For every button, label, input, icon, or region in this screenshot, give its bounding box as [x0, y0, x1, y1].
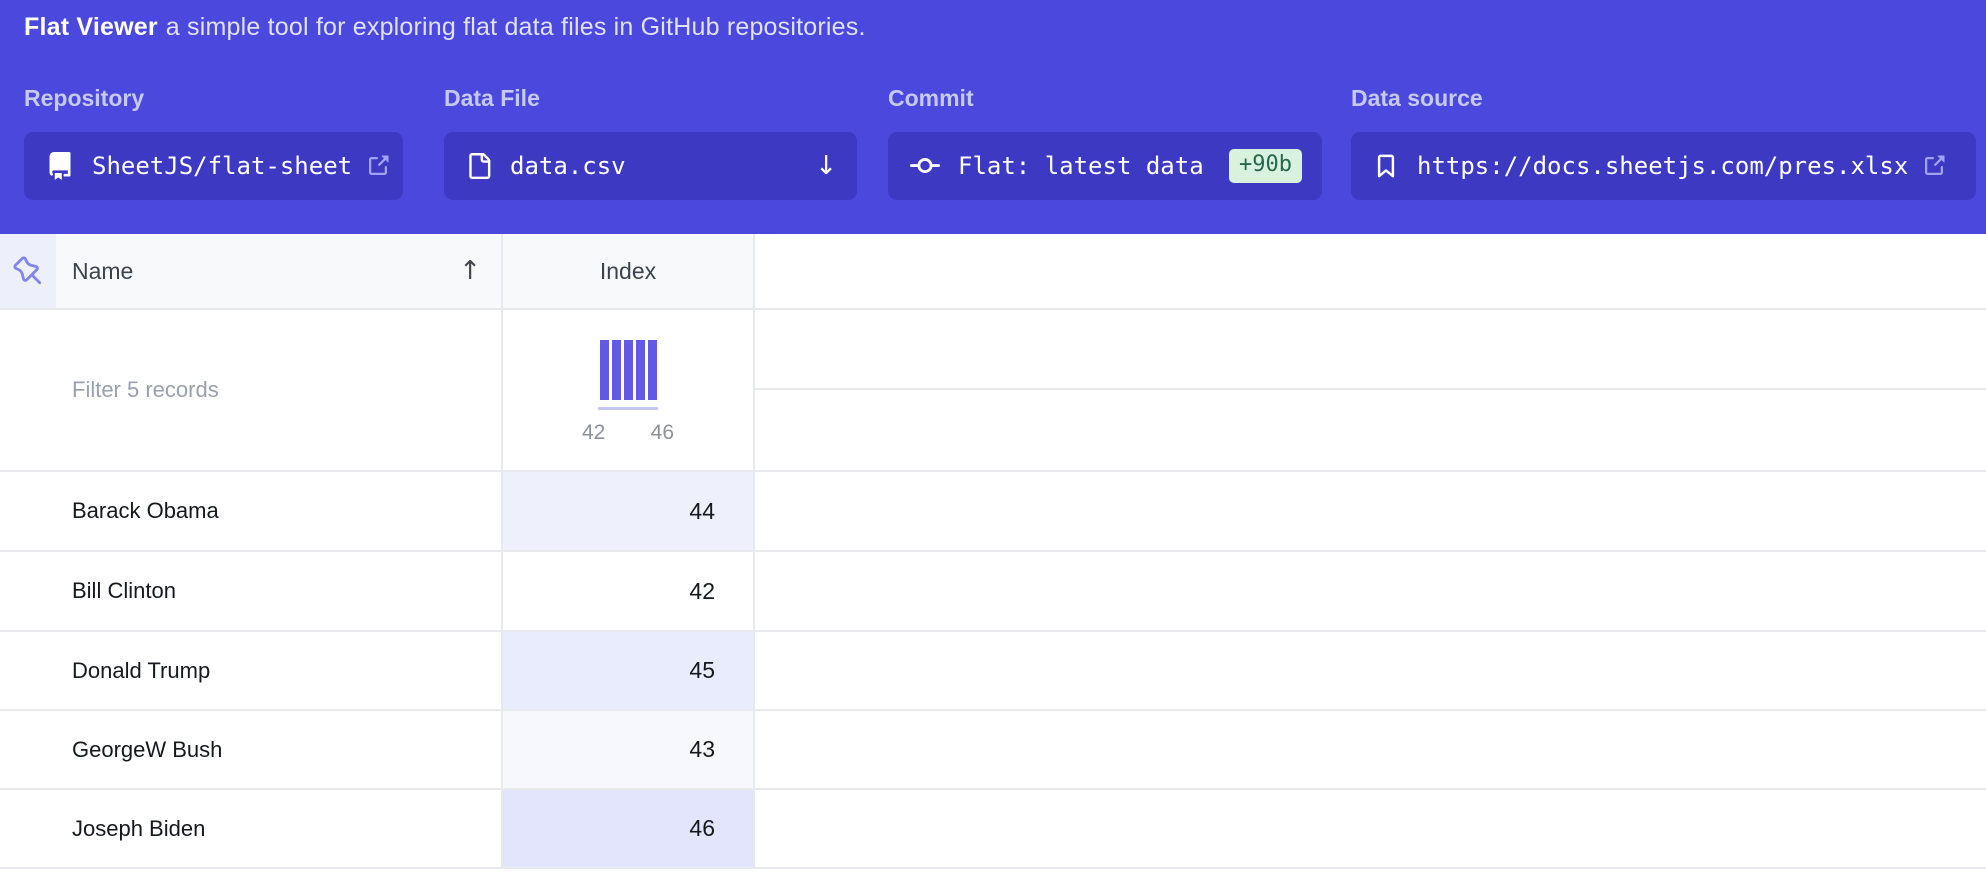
- table-row: Joseph Biden 46: [0, 790, 1986, 869]
- flat-viewer-app: Flat Viewer a simple tool for exploring f…: [0, 0, 1986, 888]
- external-link-icon: [366, 154, 390, 178]
- index-cell: 45: [503, 632, 755, 709]
- control-commit: Commit Flat: latest data +90b: [888, 84, 1322, 200]
- histogram-bar[interactable]: [624, 340, 633, 400]
- histogram-axis-labels: 42 46: [582, 421, 674, 445]
- index-cell: 46: [503, 790, 755, 867]
- repository-label: Repository: [24, 84, 403, 112]
- repo-icon: [46, 152, 74, 180]
- name-cell: Joseph Biden: [0, 790, 503, 867]
- row-filler: [755, 790, 1986, 867]
- table-header-row: Name ↑ Index: [0, 234, 1986, 310]
- column-header-name[interactable]: Name ↑: [56, 234, 503, 308]
- histogram-bar[interactable]: [612, 340, 621, 400]
- sort-ascending-icon: ↑: [459, 256, 481, 286]
- histogram-bar[interactable]: [600, 340, 609, 400]
- filter-input[interactable]: [72, 377, 452, 403]
- data-file-selector[interactable]: data.csv ↓: [444, 132, 857, 200]
- commit-additions-badge: +90b: [1229, 149, 1302, 183]
- app-subtitle: a simple tool for exploring flat data fi…: [166, 13, 866, 41]
- index-histogram: 42 46: [582, 310, 674, 470]
- repository-value: SheetJS/flat-sheet: [92, 152, 352, 180]
- index-cell: 43: [503, 711, 755, 788]
- download-arrow-icon[interactable]: ↓: [815, 151, 837, 181]
- pin-icon: [13, 256, 43, 286]
- commit-message: Flat: latest data: [958, 152, 1204, 180]
- grid-line: [755, 388, 1986, 390]
- index-filter-cell[interactable]: 42 46: [503, 310, 755, 470]
- data-file-value: data.csv: [510, 152, 626, 180]
- histogram-min-label: 42: [582, 421, 605, 445]
- histogram-bar[interactable]: [636, 340, 645, 400]
- git-commit-icon: [910, 151, 940, 181]
- data-source-link[interactable]: https://docs.sheetjs.com/pres.xlsx: [1351, 132, 1976, 200]
- control-repository: Repository SheetJS/flat-sheet: [24, 84, 403, 200]
- name-cell: GeorgeW Bush: [0, 711, 503, 788]
- index-column-label: Index: [600, 258, 656, 285]
- file-icon: [466, 153, 492, 179]
- data-table: Name ↑ Index: [0, 234, 1986, 869]
- column-header-index[interactable]: Index: [503, 234, 755, 308]
- repository-button[interactable]: SheetJS/flat-sheet: [24, 132, 403, 200]
- row-filler: [755, 552, 1986, 630]
- data-source-value: https://docs.sheetjs.com/pres.xlsx: [1417, 152, 1908, 180]
- row-filler: [755, 632, 1986, 709]
- bookmark-icon: [1373, 153, 1399, 179]
- control-data-source: Data source https://docs.sheetjs.com/pre…: [1351, 84, 1976, 200]
- index-cell: 42: [503, 552, 755, 630]
- histogram-bars: [600, 340, 657, 400]
- histogram-bar[interactable]: [648, 340, 657, 400]
- data-file-label: Data File: [444, 84, 857, 112]
- data-source-label: Data source: [1351, 84, 1976, 112]
- name-cell: Donald Trump: [0, 632, 503, 709]
- external-link-icon: [1922, 154, 1946, 178]
- control-data-file: Data File data.csv ↓: [444, 84, 857, 200]
- table-row: Donald Trump 45: [0, 632, 1986, 711]
- table-row: GeorgeW Bush 43: [0, 711, 1986, 790]
- index-cell: 44: [503, 472, 755, 550]
- pin-column-cell[interactable]: [0, 234, 56, 308]
- app-title: Flat Viewer: [24, 13, 158, 41]
- commit-selector[interactable]: Flat: latest data +90b: [888, 132, 1322, 200]
- histogram-range-underline: [598, 407, 658, 410]
- table-row: Bill Clinton 42: [0, 552, 1986, 632]
- filter-filler: [755, 310, 1986, 470]
- name-filter-cell: [0, 310, 503, 470]
- commit-label: Commit: [888, 84, 1322, 112]
- name-column-label: Name: [72, 258, 133, 285]
- histogram-max-label: 46: [651, 421, 674, 445]
- table-row: Barack Obama 44: [0, 472, 1986, 552]
- row-filler: [755, 472, 1986, 550]
- topbar: Flat Viewer a simple tool for exploring f…: [0, 0, 1986, 234]
- name-cell: Barack Obama: [0, 472, 503, 550]
- row-filler: [755, 711, 1986, 788]
- filter-row: 42 46: [0, 310, 1986, 472]
- name-cell: Bill Clinton: [0, 552, 503, 630]
- app-title-row: Flat Viewer a simple tool for exploring f…: [24, 13, 866, 42]
- header-filler: [755, 234, 1986, 308]
